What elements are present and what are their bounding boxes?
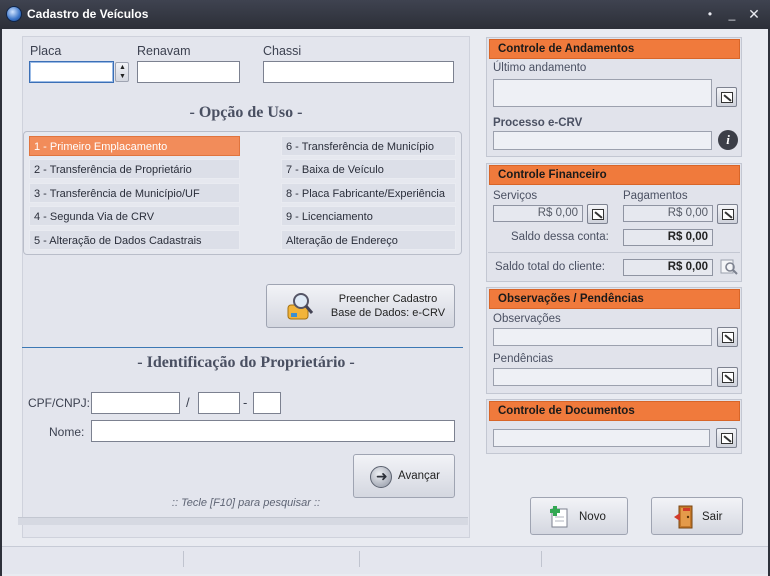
financeiro-header: Controle Financeiro [489,165,740,185]
minimize-button[interactable]: _ [722,5,742,23]
novo-button[interactable]: Novo [530,497,628,535]
cpf-slash: / [186,395,190,410]
pendencias-label: Pendências [493,353,554,365]
cpf-dash: - [243,395,248,410]
edit-icon [722,372,734,383]
option-placa-fabricante[interactable]: 8 - Placa Fabricante/Experiência [281,183,456,203]
servicos-value: R$ 0,00 [493,205,583,222]
proprietario-title: - Identificação do Proprietário - [137,354,355,371]
edit-observacoes-button[interactable] [717,327,738,347]
cpf-input[interactable] [91,392,180,414]
pagamentos-label: Pagamentos [623,190,688,202]
nome-label: Nome: [49,425,85,439]
saldo-cliente-label: Saldo total do cliente: [495,261,605,273]
left-progress-bar [18,517,468,525]
chassi-input[interactable] [263,61,454,83]
cpf-label: CPF/CNPJ: [28,396,91,410]
spin-down-icon: ▼ [119,73,126,80]
preencher-cadastro-button[interactable]: Preencher Cadastro Base de Dados: e-CRV [266,284,455,328]
option-licenciamento[interactable]: 9 - Licenciamento [281,206,456,226]
placa-label: Placa [30,44,62,58]
avancar-label: Avançar [398,470,440,482]
status-bar [2,546,768,574]
new-document-icon [549,505,571,529]
search-saldo-icon[interactable] [719,257,739,277]
observacoes-header: Observações / Pendências [489,289,740,309]
processo-ecrv-field[interactable] [493,131,712,150]
novo-label: Novo [579,511,606,523]
title-bar: Cadastro de Veículos • _ ✕ [0,0,770,29]
cnpj-digit-input[interactable] [253,392,281,414]
option-baixa-veiculo[interactable]: 7 - Baixa de Veículo [281,159,456,179]
option-transferencia-municipio-uf[interactable]: 3 - Transferência de Município/UF [29,183,240,203]
chassi-label: Chassi [263,44,302,58]
option-alteracao-dados[interactable]: 5 - Alteração de Dados Cadastrais [29,230,240,250]
placa-input[interactable] [29,61,114,83]
edit-documentos-button[interactable] [716,428,737,448]
edit-pendencias-button[interactable] [717,367,738,387]
documentos-header: Controle de Documentos [489,401,740,421]
preencher-line1: Preencher Cadastro [338,293,438,305]
documentos-field[interactable] [493,429,710,447]
financeiro-divider [488,252,740,253]
andamentos-header: Controle de Andamentos [489,39,740,59]
option-transferencia-proprietario[interactable]: 2 - Transferência de Proprietário [29,159,240,179]
edit-servicos-button[interactable] [587,204,608,224]
saldo-cliente-value: R$ 0,00 [623,259,713,276]
observacoes-field[interactable] [493,328,712,346]
opcao-uso-title: - Opção de Uso - [189,104,303,121]
placa-spinner[interactable]: ▲ ▼ [115,62,129,82]
edit-icon [722,332,734,343]
edit-icon [722,209,734,220]
observacoes-label: Observações [493,313,561,325]
edit-icon [721,433,733,444]
option-primeiro-emplacamento[interactable]: 1 - Primeiro Emplacamento [29,136,240,156]
sair-button[interactable]: Sair [651,497,743,535]
edit-icon [592,209,604,220]
status-cell-2 [186,551,360,567]
saldo-conta-value: R$ 0,00 [623,229,713,246]
info-icon[interactable]: i [718,130,738,150]
saldo-conta-label: Saldo dessa conta: [511,231,609,243]
section-divider [22,347,463,348]
pendencias-field[interactable] [493,368,712,386]
f10-hint: :: Tecle [F10] para pesquisar :: [171,497,321,509]
app-icon [6,6,22,22]
avancar-button[interactable]: ➜ Avançar [353,454,455,498]
status-cell-4 [544,551,764,567]
servicos-label: Serviços [493,190,538,202]
spin-up-icon: ▲ [119,64,126,71]
ultimo-andamento-field[interactable] [493,79,712,107]
search-database-icon [285,291,315,323]
option-segunda-via-crv[interactable]: 4 - Segunda Via de CRV [29,206,240,226]
cnpj-branch-input[interactable] [198,392,240,414]
option-transferencia-municipio[interactable]: 6 - Transferência de Município [281,136,456,156]
pagamentos-value: R$ 0,00 [623,205,713,222]
edit-pagamentos-button[interactable] [717,204,738,224]
renavam-input[interactable] [137,61,240,83]
help-icon[interactable]: • [700,5,720,23]
ultimo-andamento-label: Último andamento [493,62,587,74]
nome-input[interactable] [91,420,455,442]
status-cell-3 [362,551,542,567]
window-title: Cadastro de Veículos [27,7,149,21]
exit-door-icon [672,504,696,530]
arrow-right-icon: ➜ [370,466,392,488]
edit-icon [721,92,733,103]
preencher-line2: Base de Dados: e-CRV [330,307,446,319]
edit-andamento-button[interactable] [716,87,737,107]
status-cell-1 [6,551,184,567]
renavam-label: Renavam [137,44,191,58]
option-alteracao-endereco[interactable]: Alteração de Endereço [281,230,456,250]
close-button[interactable]: ✕ [744,5,764,23]
sair-label: Sair [702,511,723,523]
processo-ecrv-label: Processo e-CRV [493,117,583,129]
